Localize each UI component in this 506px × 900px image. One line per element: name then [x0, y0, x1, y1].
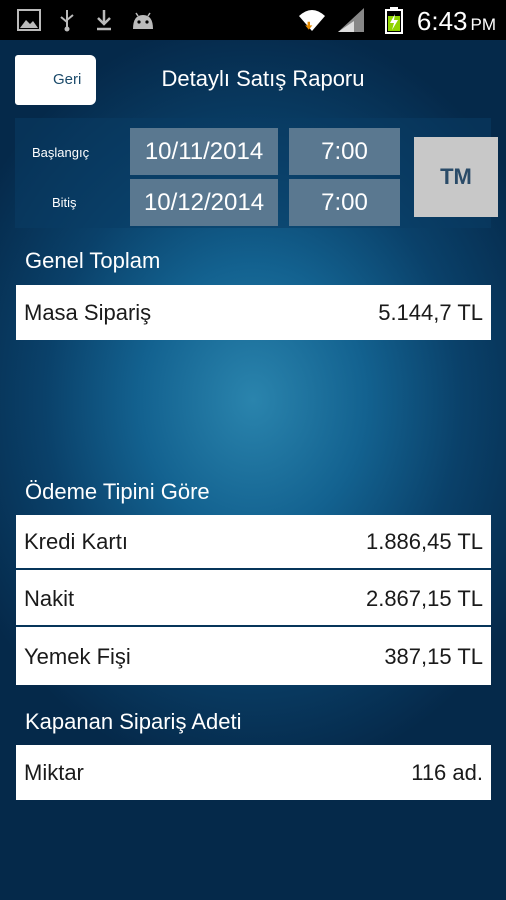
closed-orders-card: Miktar 116 ad.	[16, 745, 491, 800]
row-label: Nakit	[24, 585, 75, 611]
signal-icon	[338, 8, 364, 32]
row-label: Masa Sipariş	[24, 299, 152, 325]
row-value: 5.144,7 TL	[378, 299, 483, 325]
clock-time: 6:43	[416, 6, 468, 36]
row-label: Yemek Fişi	[24, 643, 131, 669]
start-label: Başlangıç	[32, 145, 90, 160]
clock: 6:43 PM	[417, 6, 496, 37]
page-title: Detaylı Satış Raporu	[161, 66, 365, 91]
usb-icon	[60, 10, 74, 32]
end-date-field[interactable]: 10/12/2014	[130, 179, 278, 226]
row-value: 387,15 TL	[384, 643, 483, 669]
row-value: 1.886,45 TL	[365, 528, 483, 554]
general-total-card: Masa Sipariş 5.144,7 TL	[16, 285, 491, 340]
row-label: Kredi Kartı	[24, 528, 128, 554]
list-item: Yemek Fişi 387,15 TL	[16, 629, 491, 684]
payment-type-card: Kredi Kartı 1.886,45 TL Nakit 2.867,15 T…	[16, 515, 491, 685]
image-icon	[17, 9, 41, 31]
row-label: Miktar	[24, 759, 84, 785]
battery-icon	[385, 7, 403, 34]
closed-orders-title: Kapanan Sipariş Adeti	[25, 709, 242, 734]
clock-ampm: PM	[470, 15, 497, 34]
wifi-icon	[299, 10, 325, 31]
list-item: Miktar 116 ad.	[16, 745, 491, 800]
start-date-field[interactable]: 10/11/2014	[130, 128, 278, 175]
general-total-title: Genel Toplam	[25, 248, 161, 273]
list-item: Kredi Kartı 1.886,45 TL	[16, 515, 491, 570]
list-item: Nakit 2.867,15 TL	[16, 572, 491, 627]
start-time-field[interactable]: 7:00	[289, 128, 400, 175]
android-icon	[133, 12, 153, 29]
end-label: Bitiş	[52, 195, 77, 210]
row-value: 2.867,15 TL	[365, 585, 483, 611]
tm-button[interactable]: TM	[414, 137, 498, 217]
download-icon	[97, 10, 111, 31]
status-bar: 6:43 PM	[0, 0, 506, 40]
list-item: Masa Sipariş 5.144,7 TL	[16, 285, 491, 340]
end-time-field[interactable]: 7:00	[289, 179, 400, 226]
row-value: 116 ad.	[411, 759, 483, 785]
payment-type-title: Ödeme Tipini Göre	[25, 479, 210, 504]
